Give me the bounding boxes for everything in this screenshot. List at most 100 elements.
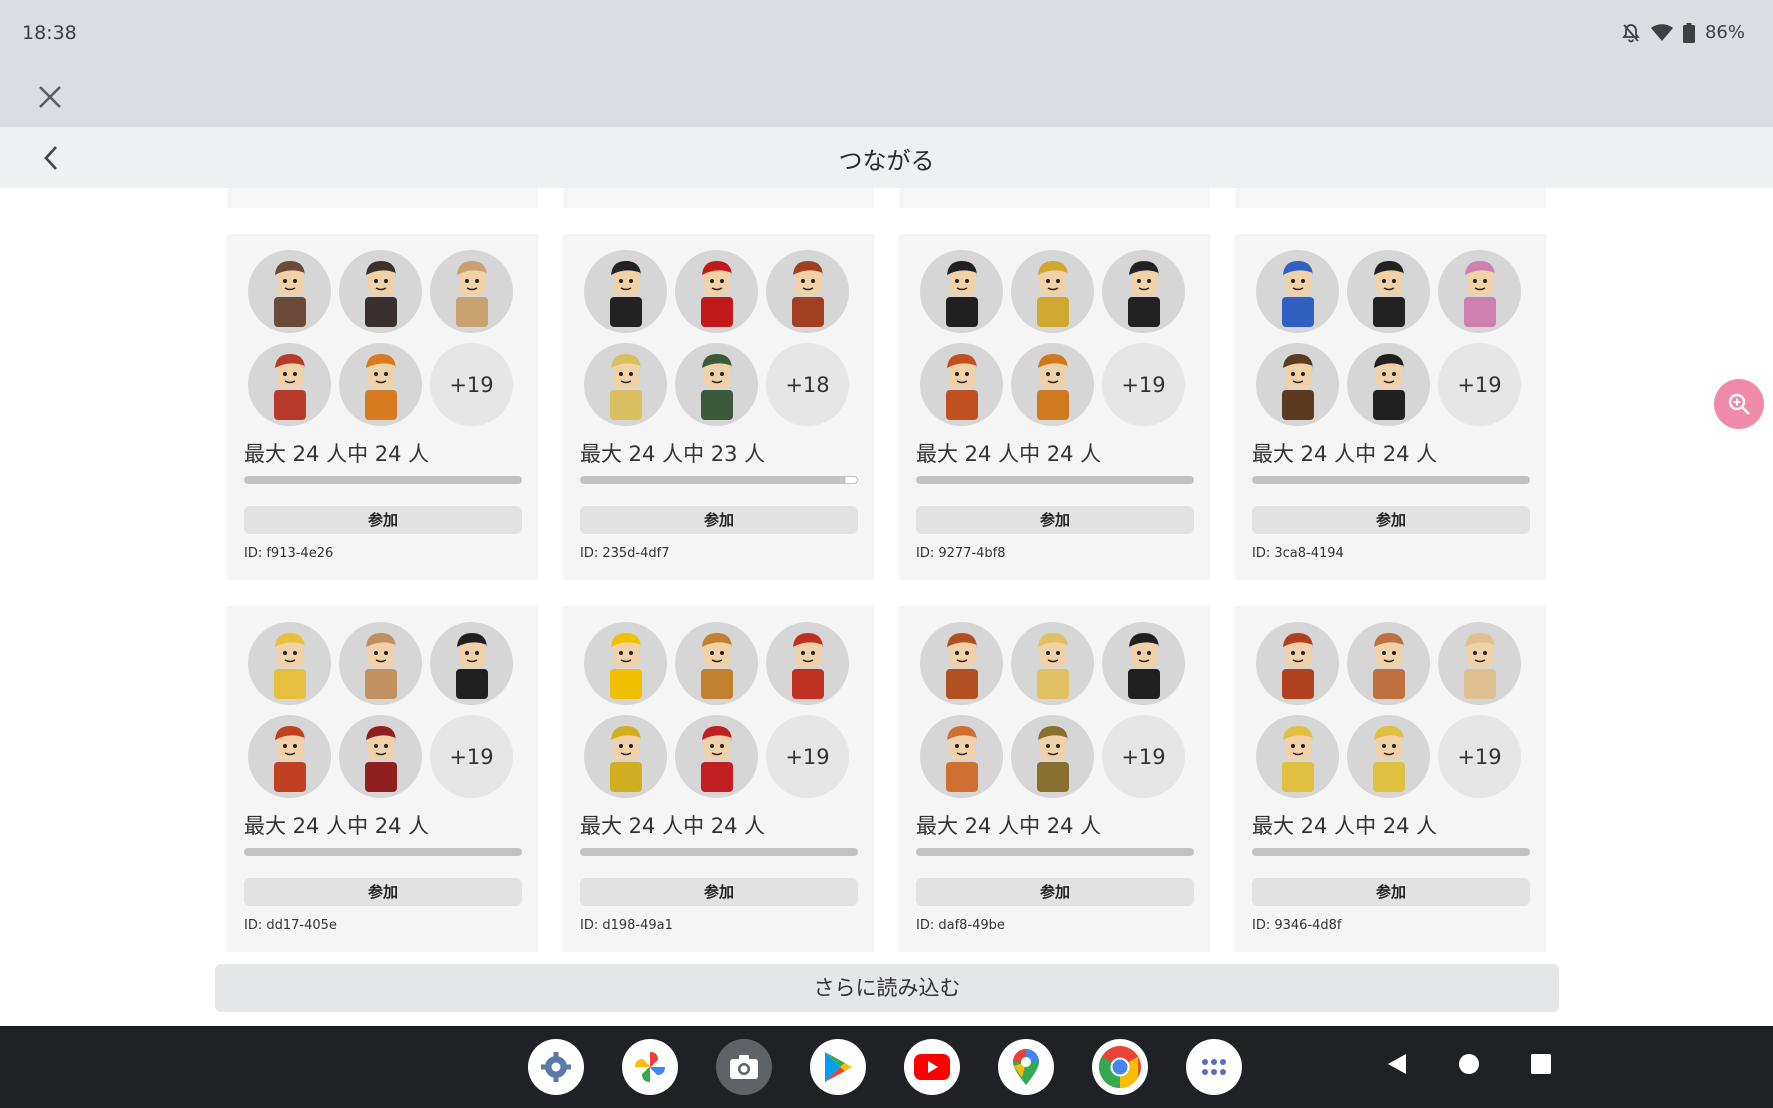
- photos-app[interactable]: [622, 1039, 678, 1095]
- more-players-count: +18: [766, 343, 849, 426]
- player-avatars: +19: [584, 622, 854, 808]
- player-avatar[interactable]: [920, 622, 1003, 705]
- close-button[interactable]: [34, 81, 66, 113]
- recents-nav-icon[interactable]: [1530, 1053, 1552, 1075]
- player-avatar[interactable]: [1347, 250, 1430, 333]
- server-card: +19 最大 24 人中 24 人参加 ID: 9346-4d8f: [1235, 606, 1546, 952]
- player-avatar[interactable]: [920, 343, 1003, 426]
- youtube-icon: [914, 1054, 950, 1080]
- server-list[interactable]: +19 最大 24 人中 24 人参加 ID: f913-4e26 +18 最大 24 …: [0, 188, 1773, 1026]
- player-avatar[interactable]: [1347, 715, 1430, 798]
- player-avatar[interactable]: [339, 250, 422, 333]
- previous-card-edge: [563, 188, 874, 208]
- play-store-app[interactable]: [810, 1039, 866, 1095]
- capacity-bar: [580, 848, 858, 856]
- server-id: ID: 9346-4d8f: [1252, 918, 1342, 933]
- player-avatar[interactable]: [920, 250, 1003, 333]
- avatar-figure-icon: [1372, 260, 1405, 327]
- player-avatar[interactable]: [1438, 622, 1521, 705]
- join-button[interactable]: 参加: [1252, 878, 1530, 906]
- more-players-count: +19: [1102, 343, 1185, 426]
- settings-app[interactable]: [528, 1039, 584, 1095]
- player-avatar[interactable]: [1102, 622, 1185, 705]
- avatar-figure-icon: [700, 353, 733, 420]
- player-avatar[interactable]: [675, 250, 758, 333]
- player-avatar[interactable]: [430, 622, 513, 705]
- player-avatar[interactable]: [766, 250, 849, 333]
- capacity-bar: [916, 476, 1194, 484]
- avatar-figure-icon: [609, 632, 642, 699]
- server-card: +19 最大 24 人中 24 人参加 ID: d198-49a1: [563, 606, 874, 952]
- join-button[interactable]: 参加: [1252, 506, 1530, 534]
- player-avatar[interactable]: [248, 250, 331, 333]
- player-avatar[interactable]: [584, 250, 667, 333]
- player-avatar[interactable]: [430, 250, 513, 333]
- player-avatar[interactable]: [584, 622, 667, 705]
- zoom-button[interactable]: [1714, 379, 1764, 429]
- player-avatar[interactable]: [1256, 622, 1339, 705]
- capacity-bar: [580, 476, 858, 484]
- avatar-figure-icon: [455, 260, 488, 327]
- server-card: +19 最大 24 人中 24 人参加 ID: daf8-49be: [899, 606, 1210, 952]
- player-avatar[interactable]: [248, 715, 331, 798]
- avatar-figure-icon: [1036, 260, 1069, 327]
- player-avatar[interactable]: [248, 343, 331, 426]
- player-avatar[interactable]: [1011, 250, 1094, 333]
- player-avatar[interactable]: [920, 715, 1003, 798]
- player-avatar[interactable]: [339, 343, 422, 426]
- player-avatar[interactable]: [584, 715, 667, 798]
- join-button[interactable]: 参加: [916, 506, 1194, 534]
- avatar-figure-icon: [945, 260, 978, 327]
- camera-app[interactable]: [716, 1039, 772, 1095]
- server-id: ID: f913-4e26: [244, 546, 334, 561]
- player-avatar[interactable]: [675, 343, 758, 426]
- join-button[interactable]: 参加: [244, 506, 522, 534]
- player-avatar[interactable]: [1011, 715, 1094, 798]
- avatar-figure-icon: [364, 725, 397, 792]
- server-card: +19 最大 24 人中 24 人参加 ID: 9277-4bf8: [899, 234, 1210, 580]
- system-nav-bar: [0, 1026, 1773, 1108]
- chrome-app[interactable]: [1092, 1039, 1148, 1095]
- app-dock: [528, 1039, 1242, 1095]
- home-nav-icon[interactable]: [1458, 1053, 1480, 1075]
- more-players-count: +19: [1102, 715, 1185, 798]
- player-avatar[interactable]: [675, 622, 758, 705]
- page-title: つながる: [838, 147, 935, 175]
- player-avatar[interactable]: [1011, 622, 1094, 705]
- avatar-figure-icon: [455, 632, 488, 699]
- back-nav-icon[interactable]: [1386, 1052, 1408, 1076]
- maps-app[interactable]: [998, 1039, 1054, 1095]
- player-avatar[interactable]: [1256, 250, 1339, 333]
- server-id: ID: 3ca8-4194: [1252, 546, 1344, 561]
- player-count: 最大 24 人中 24 人: [580, 814, 766, 838]
- wifi-icon: [1650, 23, 1673, 42]
- join-button[interactable]: 参加: [244, 878, 522, 906]
- chrome-icon: [1098, 1046, 1141, 1088]
- avatar-figure-icon: [1281, 353, 1314, 420]
- app-drawer[interactable]: [1186, 1039, 1242, 1095]
- player-avatar[interactable]: [248, 622, 331, 705]
- load-more-button[interactable]: さらに読み込む: [215, 964, 1559, 1012]
- player-avatar[interactable]: [675, 715, 758, 798]
- join-button[interactable]: 参加: [916, 878, 1194, 906]
- player-avatar[interactable]: [1256, 343, 1339, 426]
- player-count: 最大 24 人中 23 人: [580, 442, 766, 466]
- server-card: +18 最大 24 人中 23 人参加 ID: 235d-4df7: [563, 234, 874, 580]
- join-button[interactable]: 参加: [580, 506, 858, 534]
- player-avatar[interactable]: [1256, 715, 1339, 798]
- player-avatar[interactable]: [1347, 343, 1430, 426]
- player-avatar[interactable]: [339, 622, 422, 705]
- player-avatar[interactable]: [1102, 250, 1185, 333]
- join-button[interactable]: 参加: [580, 878, 858, 906]
- player-avatar[interactable]: [1011, 343, 1094, 426]
- player-avatar[interactable]: [584, 343, 667, 426]
- settings-icon: [541, 1052, 571, 1082]
- player-avatar[interactable]: [339, 715, 422, 798]
- avatar-figure-icon: [1463, 632, 1496, 699]
- player-avatar[interactable]: [1347, 622, 1430, 705]
- play-store-icon: [825, 1052, 852, 1082]
- player-avatar[interactable]: [1438, 250, 1521, 333]
- youtube-app[interactable]: [904, 1039, 960, 1095]
- battery-icon: [1682, 22, 1695, 43]
- player-avatar[interactable]: [766, 622, 849, 705]
